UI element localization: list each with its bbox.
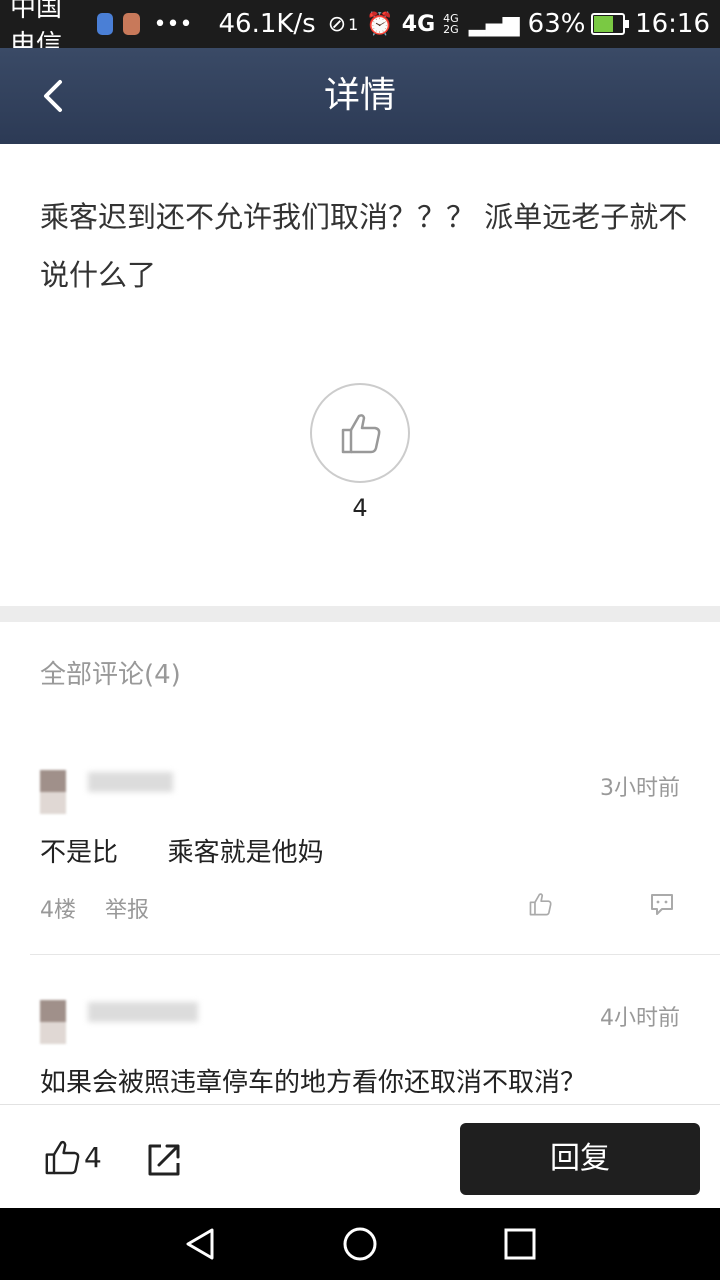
thumbs-up-icon [341, 414, 381, 454]
comments-heading: 全部评论(4) [40, 660, 181, 690]
network-speed: 46.1K/s [218, 9, 316, 39]
more-notifications-icon: ••• [153, 11, 193, 37]
system-nav-bar [0, 1208, 720, 1280]
battery-icon [591, 13, 629, 35]
clock: 16:16 [635, 9, 711, 39]
bottom-action-bar: 4 回复 [0, 1104, 720, 1208]
report-link[interactable]: 举报 [105, 898, 149, 923]
home-circle-icon [343, 1227, 377, 1261]
recents-square-icon [504, 1228, 536, 1260]
share-button[interactable] [145, 1141, 183, 1179]
comment-meta: 4楼 举报 [40, 892, 171, 924]
comment-time: 4小时前 [600, 1006, 680, 1031]
avatar[interactable] [40, 770, 66, 814]
reply-button[interactable]: 回复 [460, 1123, 700, 1195]
post-like-button[interactable] [310, 383, 410, 483]
status-bar: 中国电信 ••• 46.1K/s ⊘ 1 ⏰ 4G 4G 2G ▂▄▆ 63% … [0, 0, 720, 60]
nav-recents-button[interactable] [502, 1226, 538, 1262]
comment-icon [651, 894, 673, 915]
sim-indicator: 1 [348, 14, 359, 34]
post-like-count: 4 [352, 494, 368, 522]
network-type: 4G [401, 11, 436, 37]
battery-percent: 63% [527, 9, 586, 39]
section-divider [0, 606, 720, 622]
comment-time: 3小时前 [600, 776, 680, 801]
comment-like-button[interactable] [526, 890, 554, 918]
app-header: 详情 [0, 48, 720, 144]
hotspot-icon: ⊘ [327, 11, 347, 37]
comment-username-blurred[interactable] [88, 772, 173, 792]
thumbs-up-icon [45, 1140, 80, 1175]
location-app-icon [96, 13, 114, 35]
thumbs-up-icon [529, 893, 552, 916]
page-title: 详情 [323, 75, 396, 116]
alarm-icon: ⏰ [366, 11, 394, 37]
notification-app-icon [123, 13, 140, 35]
avatar[interactable] [40, 1000, 66, 1044]
like-count: 4 [84, 1141, 102, 1174]
comment-text: 不是比 乘客就是他妈 [40, 838, 324, 868]
comment-text: 如果会被照违章停车的地方看你还取消不取消？ [40, 1068, 587, 1098]
share-icon [148, 1144, 180, 1176]
nav-back-button[interactable] [182, 1226, 218, 1262]
comment-divider [30, 954, 720, 955]
signal-icon: ▂▄▆ [468, 11, 520, 37]
back-triangle-icon [186, 1228, 214, 1260]
nav-home-button[interactable] [342, 1226, 378, 1262]
post-content: 乘客迟到还不允许我们取消？？？ 派单远老子就不说什么了 [40, 200, 688, 292]
network-type-small: 4G 2G [443, 12, 459, 36]
like-button[interactable] [42, 1137, 82, 1177]
comment-username-blurred[interactable] [88, 1002, 198, 1022]
comment-reply-button[interactable] [648, 890, 676, 918]
floor-number: 4楼 [40, 898, 76, 923]
